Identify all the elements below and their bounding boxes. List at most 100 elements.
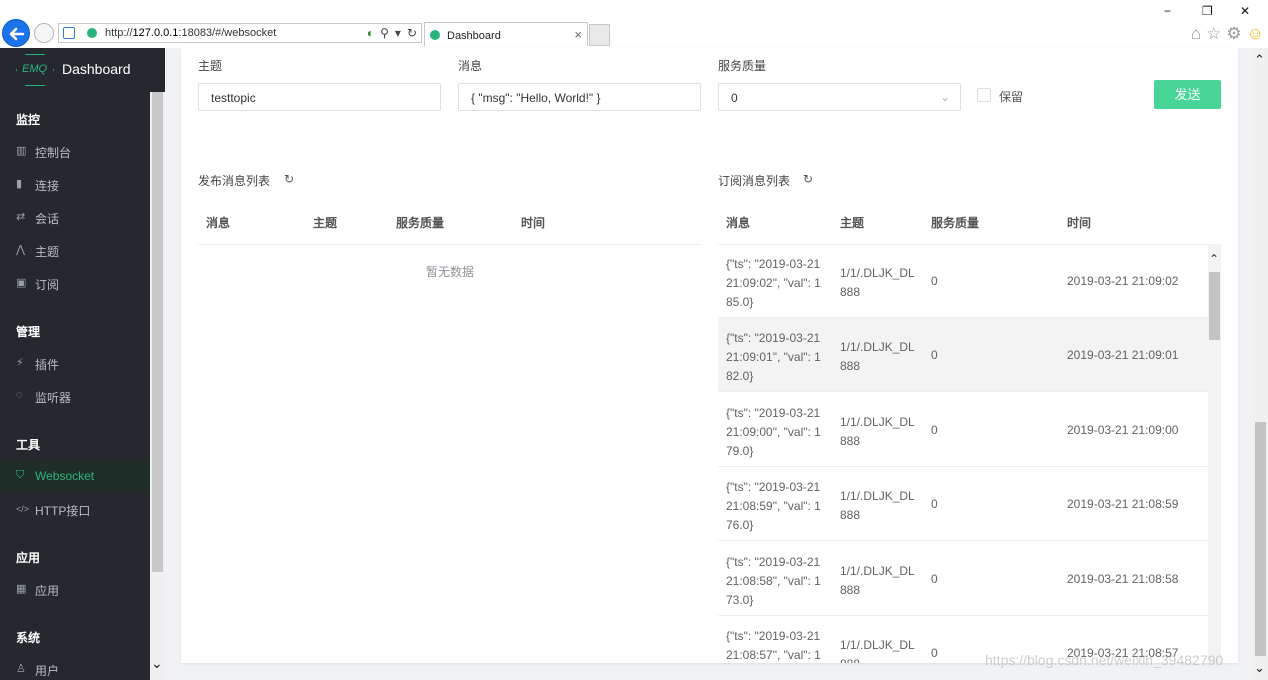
row-time: 2019-03-21 21:09:00 xyxy=(1067,422,1179,437)
sidebar-item[interactable]: ⇄ 会话 xyxy=(0,202,150,232)
dropdown-icon[interactable]: ▾ xyxy=(395,26,401,40)
published-col-time: 时间 xyxy=(521,216,546,230)
user-icon: ♙ xyxy=(16,663,26,675)
row-message: {"ts": "2019-03-21 21:09:02", "val": 185… xyxy=(726,257,821,309)
sidebar-item-label: HTTP接口 xyxy=(35,504,91,518)
send-button[interactable]: 发送 xyxy=(1154,80,1221,109)
subscribed-table-body: {"ts": "2019-03-21 21:09:02", "val": 185… xyxy=(718,244,1208,663)
minimize-button[interactable]: − xyxy=(1164,4,1171,18)
row-topic: 1/1/.DLJK_DL888 xyxy=(840,638,915,663)
browser-tab[interactable]: Dashboard × xyxy=(424,22,588,46)
close-window-button[interactable]: ✕ xyxy=(1240,4,1250,18)
subscribed-col-time: 时间 xyxy=(1067,216,1092,230)
row-topic: 1/1/.DLJK_DL888 xyxy=(840,340,915,374)
published-col-topic: 主题 xyxy=(313,216,338,230)
table-row[interactable]: {"ts": "2019-03-21 21:08:59", "val": 176… xyxy=(718,467,1208,542)
row-topic: 1/1/.DLJK_DL888 xyxy=(840,266,915,299)
back-button[interactable] xyxy=(2,19,30,47)
qos-value: 0 xyxy=(731,91,738,105)
subscribed-col-message: 消息 xyxy=(726,216,751,230)
subscribed-scroll-thumb[interactable] xyxy=(1209,272,1220,340)
sidebar-item[interactable]: ⋀ 主题 xyxy=(0,235,150,265)
published-header-divider xyxy=(198,244,701,245)
database-icon: ▮ xyxy=(16,178,23,190)
row-topic: 1/1/.DLJK_DL888 xyxy=(840,414,915,448)
sidebar-item-label: Websocket xyxy=(35,469,95,483)
sidebar-item[interactable]: ▦ 应用 xyxy=(0,574,150,604)
sidebar-item-label: 订阅 xyxy=(35,278,60,292)
chevron-up-icon[interactable]: ⌃ xyxy=(1254,52,1265,68)
page-scroll-thumb[interactable] xyxy=(1255,422,1266,656)
row-message: {"ts": "2019-03-21 21:08:57", "val": 170… xyxy=(726,629,821,662)
table-row[interactable]: {"ts": "2019-03-21 21:09:00", "val": 179… xyxy=(718,393,1208,467)
sidebar-item-label: 插件 xyxy=(35,358,60,372)
retain-label[interactable]: 保留 xyxy=(999,88,1023,105)
table-row[interactable]: {"ts": "2019-03-21 21:09:02", "val": 185… xyxy=(718,244,1208,318)
page-scrollbar[interactable]: ⌃ ⌄ xyxy=(1253,48,1268,680)
search-icon[interactable]: ⚲ xyxy=(380,26,389,40)
sidebar: EMQ Dashboard 监控 ▥ 控制台 ▮ 连接 ⇄ 会话 ⋀ 主题 ▣ 订阅 管理 ⚡ 插件 ◌ 监听… xyxy=(0,48,165,680)
new-tab-button[interactable] xyxy=(589,24,610,46)
retain-checkbox[interactable] xyxy=(977,88,991,102)
sidebar-item[interactable]: </> HTTP接口 xyxy=(0,494,150,524)
sidebar-item-label: 连接 xyxy=(35,179,60,193)
refresh-icon[interactable]: ↻ xyxy=(407,26,417,40)
settings-gear-icon[interactable]: ⚙ xyxy=(1226,24,1241,44)
topic-label: 主题 xyxy=(198,59,223,73)
published-refresh-icon[interactable]: ↻ xyxy=(284,172,294,186)
sidebar-item[interactable]: ⚡ 插件 xyxy=(0,348,150,378)
browser-chrome: http://127.0.0.1:18083/#/websocket ◐ ⚲ ▾… xyxy=(0,0,1268,48)
sidebar-item[interactable]: ▮ 连接 xyxy=(0,169,150,199)
sidebar-item[interactable]: ◌ 监听器 xyxy=(0,381,150,411)
sidebar-item[interactable]: ▣ 订阅 xyxy=(0,268,150,298)
sidebar-item-label: 会话 xyxy=(35,212,60,226)
menu-group-title: 监控 xyxy=(16,113,41,127)
favorites-star-icon[interactable]: ☆ xyxy=(1206,24,1221,44)
sidebar-item[interactable]: ▥ 控制台 xyxy=(0,136,150,166)
chevron-down-icon: ⌄ xyxy=(939,90,950,104)
subscribed-list-title: 订阅消息列表 xyxy=(718,174,791,188)
subscribed-refresh-icon[interactable]: ↻ xyxy=(803,172,813,186)
table-row[interactable]: {"ts": "2019-03-21 21:09:01", "val": 182… xyxy=(718,318,1208,393)
brand[interactable]: EMQ Dashboard xyxy=(0,48,150,92)
url-rest: :18083/#/websocket xyxy=(178,27,277,39)
published-empty-text: 暂无数据 xyxy=(426,265,475,279)
topic-input[interactable]: testtopic xyxy=(198,83,441,111)
row-message: {"ts": "2019-03-21 21:08:58", "val": 173… xyxy=(726,554,821,607)
listener-icon: ◌ xyxy=(16,389,23,401)
tab-close-icon[interactable]: × xyxy=(574,27,582,42)
row-qos: 0 xyxy=(931,274,938,288)
home-icon[interactable]: ⌂ xyxy=(1191,24,1201,44)
message-input[interactable]: { "msg": "Hello, World!" } xyxy=(458,83,701,111)
brand-title: Dashboard xyxy=(62,61,131,77)
sidebar-item-label: 主题 xyxy=(35,245,60,259)
chevron-down-icon[interactable]: ⌄ xyxy=(1254,660,1265,676)
row-time: 2019-03-21 21:09:01 xyxy=(1067,348,1179,363)
sidebar-scrollbar[interactable]: ⌄ xyxy=(150,92,165,680)
chevron-down-icon[interactable]: ⌄ xyxy=(151,655,163,672)
qos-select[interactable]: 0 ⌄ xyxy=(718,83,961,111)
published-col-message: 消息 xyxy=(206,216,231,230)
logo-text: EMQ xyxy=(22,63,48,75)
sidebar-item[interactable]: ♙ 用户 xyxy=(0,654,150,680)
code-icon: </> xyxy=(16,504,30,514)
compat-icon[interactable]: ◐ xyxy=(367,26,374,40)
row-qos: 0 xyxy=(931,571,938,586)
menu-group-title: 工具 xyxy=(16,438,41,452)
message-label: 消息 xyxy=(458,59,483,73)
sidebar-item-label: 应用 xyxy=(35,584,60,598)
sidebar-scroll-thumb[interactable] xyxy=(152,92,163,572)
sidebar-item[interactable]: ⛉ Websocket xyxy=(0,461,150,491)
restore-button[interactable]: ❐ xyxy=(1202,4,1213,18)
address-bar[interactable]: http://127.0.0.1:18083/#/websocket ◐ ⚲ ▾… xyxy=(58,23,422,43)
sidebar-item-label: 用户 xyxy=(35,664,60,678)
chevron-up-icon[interactable]: ⌃ xyxy=(1209,252,1219,266)
forward-button[interactable] xyxy=(34,23,54,43)
subscribed-table-scrollbar[interactable]: ⌃ xyxy=(1208,244,1221,663)
topic-icon: ⋀ xyxy=(16,244,26,256)
smiley-icon[interactable]: ☺ xyxy=(1247,24,1264,44)
row-time: 2019-03-21 21:08:58 xyxy=(1067,571,1179,586)
table-row[interactable]: {"ts": "2019-03-21 21:08:58", "val": 173… xyxy=(718,542,1208,616)
menu-group-title: 系统 xyxy=(16,631,41,645)
bar-chart-icon: ▥ xyxy=(16,145,27,157)
